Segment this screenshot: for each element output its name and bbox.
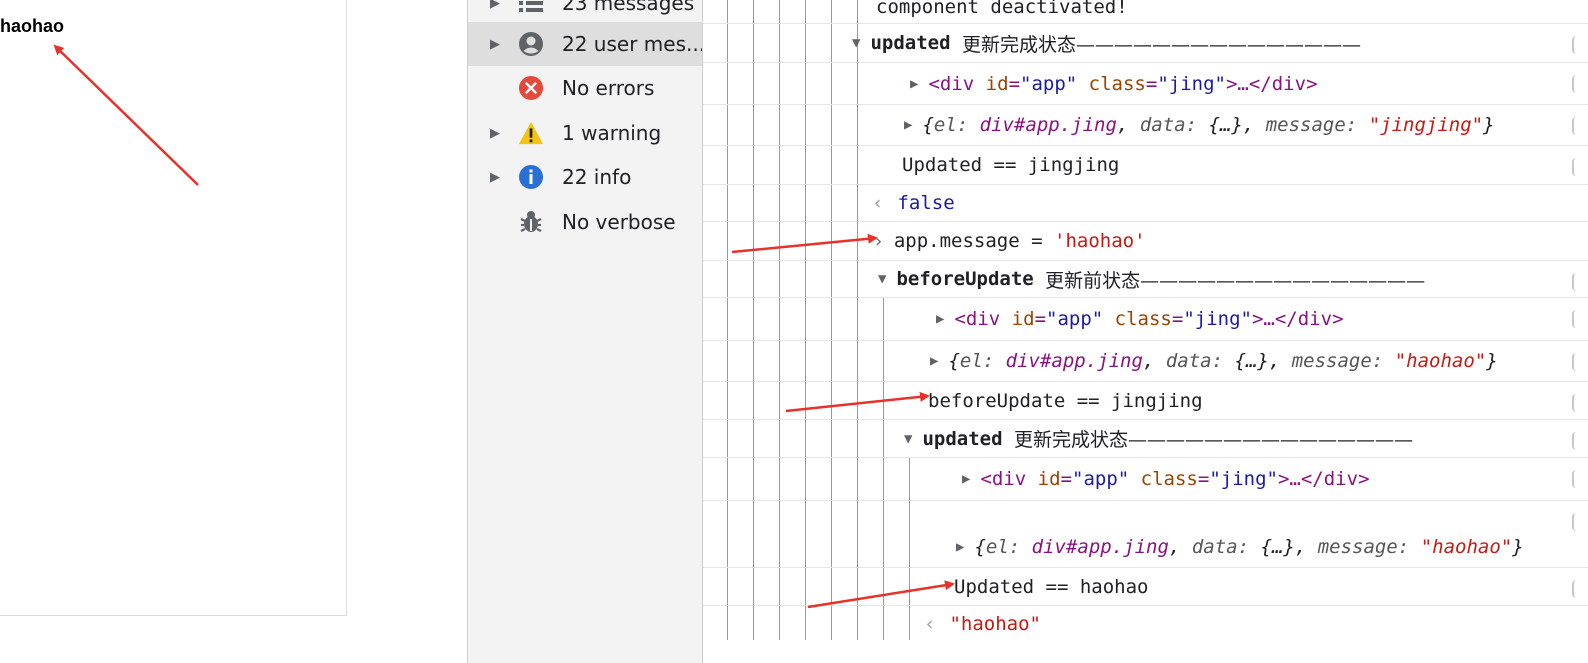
log-row[interactable]: beforeUpdate == jingjing	[703, 382, 1588, 420]
log-row-object[interactable]: ▶ {el: div#app.jing, data: {…}, message:…	[703, 341, 1588, 382]
sidebar-item-label: 1 warning	[562, 121, 662, 145]
input-prompt-icon: ›	[873, 230, 884, 252]
info-icon	[518, 164, 544, 190]
expand-triangle-icon[interactable]: ▶	[956, 539, 964, 555]
log-message: beforeUpdate == jingjing	[928, 389, 1203, 412]
log-group-updated[interactable]: ▼ updated 更新完成状态———————————————	[703, 24, 1588, 63]
hook-name: updated	[870, 32, 951, 54]
log-group-beforeupdate[interactable]: ▼ beforeUpdate 更新前状态———————————————	[703, 261, 1588, 298]
group-label: 更新完成状态———————————————	[961, 33, 1361, 56]
expand-triangle-icon[interactable]: ▶	[936, 311, 944, 327]
log-row[interactable]: component deactivated!	[703, 0, 1588, 24]
expand-triangle-icon[interactable]: ▶	[904, 117, 912, 133]
page-preview: haohao	[0, 0, 468, 663]
collapse-triangle-icon[interactable]: ▼	[852, 35, 860, 51]
log-row-result[interactable]: ‹ false	[703, 185, 1588, 222]
hook-name: updated	[922, 427, 1003, 450]
list-icon	[518, 0, 544, 16]
error-icon	[518, 75, 544, 101]
log-row-element[interactable]: ▶ < div id = "app" class = "jing" >…</div >	[703, 63, 1588, 105]
sidebar-item-label: 23 messages	[562, 0, 695, 15]
log-row-element[interactable]: ▶ < div id = "app" class = "jing" >…</div >	[703, 298, 1588, 341]
console-log[interactable]: component deactivated! ▼ updated 更新完成状态—…	[703, 0, 1588, 663]
input-expression: app.message	[893, 230, 1020, 252]
page-card: haohao	[0, 0, 347, 616]
collapse-triangle-icon[interactable]: ▼	[878, 271, 886, 287]
log-message: Updated == haohao	[954, 575, 1149, 598]
sidebar-item-verbose[interactable]: ▶ No verbose	[468, 200, 702, 244]
console-sidebar: ▶ 23 messages ▶ 22 user mes... ▶ No erro…	[467, 0, 703, 663]
log-row-object[interactable]: ▶ {el: div#app.jing, data: {…}, message:…	[703, 501, 1588, 568]
group-label: 更新完成状态———————————————	[1013, 429, 1413, 451]
expand-triangle-icon[interactable]: ▶	[490, 0, 500, 11]
expand-triangle-icon[interactable]: ▶	[930, 353, 938, 369]
sidebar-item-info[interactable]: ▶ 22 info	[468, 155, 702, 199]
bug-icon	[518, 209, 544, 235]
expand-triangle-icon[interactable]: ▶	[490, 37, 500, 52]
log-message: component deactivated!	[876, 0, 1128, 18]
result-value: "haohao"	[949, 613, 1041, 635]
result-arrow-icon: ‹	[924, 613, 936, 635]
hook-name: beforeUpdate	[896, 268, 1034, 290]
log-message: Updated == jingjing	[902, 154, 1120, 176]
log-row[interactable]: Updated == jingjing	[703, 146, 1588, 185]
log-row[interactable]: Updated == haohao	[703, 568, 1588, 606]
result-value: false	[897, 192, 955, 214]
sidebar-item-user-messages[interactable]: ▶ 22 user mes...	[468, 22, 702, 66]
page-message-text: haohao	[0, 16, 65, 36]
user-icon	[518, 31, 544, 57]
log-row-object[interactable]: ▶ {el: div#app.jing, data: {…}, message:…	[703, 105, 1588, 146]
collapse-triangle-icon[interactable]: ▼	[904, 431, 912, 447]
expand-triangle-icon[interactable]: ▶	[910, 76, 918, 92]
result-arrow-icon: ‹	[872, 192, 884, 214]
warning-icon	[518, 120, 544, 146]
group-label: 更新前状态———————————————	[1045, 269, 1426, 292]
expand-triangle-icon[interactable]: ▶	[962, 471, 970, 487]
log-row-element[interactable]: ▶ < div id = "app" class = "jing" >…</div >	[703, 458, 1588, 501]
expand-triangle-icon[interactable]: ▶	[490, 170, 500, 185]
log-row-input[interactable]: › app.message = 'haohao'	[703, 222, 1588, 261]
expand-triangle-icon[interactable]: ▶	[490, 126, 500, 141]
sidebar-item-label: 22 user mes...	[562, 32, 702, 56]
sidebar-item-label: No errors	[562, 76, 655, 100]
sidebar-item-warnings[interactable]: ▶ 1 warning	[468, 111, 702, 155]
log-row-result[interactable]: ‹ "haohao"	[703, 606, 1588, 642]
sidebar-item-label: No verbose	[562, 210, 676, 234]
log-group-updated[interactable]: ▼ updated 更新完成状态———————————————	[703, 420, 1588, 458]
sidebar-item-errors[interactable]: ▶ No errors	[468, 66, 702, 110]
sidebar-item-label: 22 info	[562, 165, 632, 189]
